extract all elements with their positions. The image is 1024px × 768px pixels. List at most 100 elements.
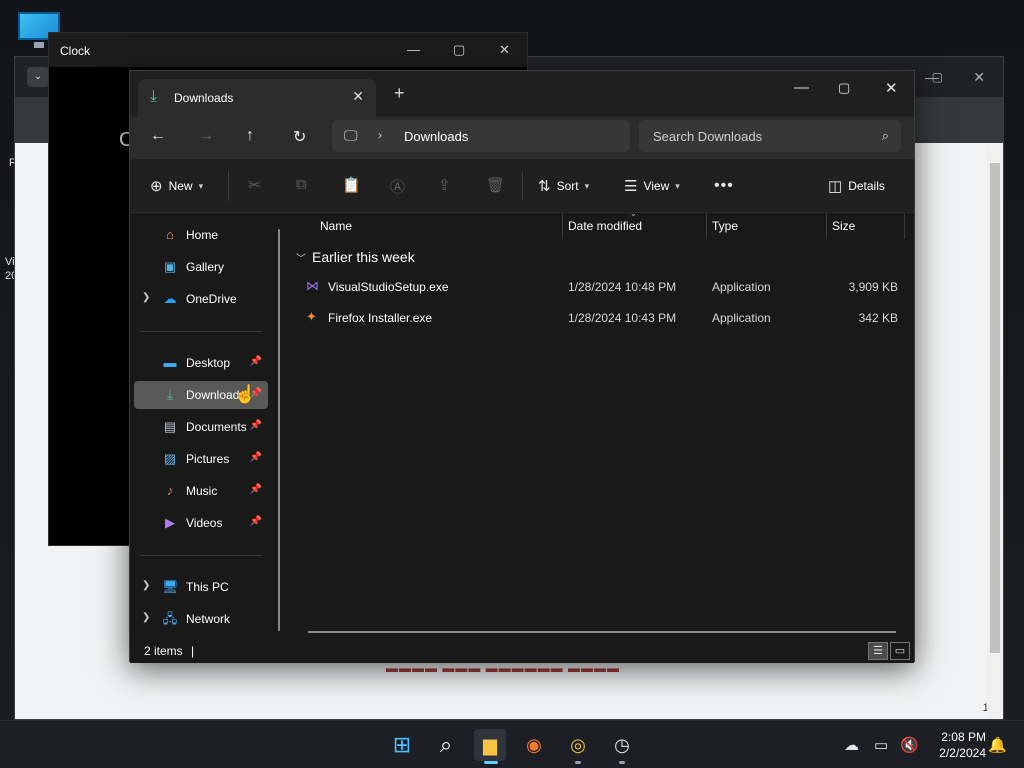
maximize-icon[interactable]: ▢ — [838, 80, 850, 96]
chevron-right-icon[interactable]: ❯ — [142, 292, 150, 303]
sidebar-item-network[interactable]: ❯ 🖧 Network — [134, 605, 268, 633]
taskbar: ⊞ ⌕ ▆ ◉ ◎ ◷ ☁ ▭ 🔇 2:08 PM 2/2/2024 🔔 — [0, 720, 1024, 768]
file-explorer-window: ⤓ Downloads ✕ + — ▢ ✕ ← → ↑ ↻ 🖵 › Downlo… — [129, 70, 915, 663]
clock-app-icon[interactable]: ◷ — [606, 729, 638, 761]
column-header-date[interactable]: Date modified — [568, 219, 642, 233]
maximize-icon[interactable]: ▢ — [453, 42, 465, 58]
file-name: VisualStudioSetup.exe — [328, 280, 449, 294]
pin-icon[interactable]: 📌 — [250, 516, 262, 527]
item-count: 2 items — [144, 644, 183, 658]
sort-indicator-icon: ⌄ — [630, 209, 637, 218]
sidebar-item-onedrive[interactable]: ❯ ☁ OneDrive — [134, 285, 268, 313]
music-icon: ♪ — [166, 483, 174, 498]
file-explorer-icon[interactable]: ▆ — [474, 729, 506, 761]
taskbar-clock[interactable]: 2:08 PM 2/2/2024 — [928, 729, 986, 761]
copy-icon[interactable]: ⧉ — [296, 176, 307, 193]
network-off-icon[interactable]: ☁ — [844, 736, 859, 754]
column-divider[interactable] — [562, 213, 563, 239]
column-divider[interactable] — [826, 213, 827, 239]
search-icon: ⌕ — [881, 128, 889, 143]
sidebar-item-documents[interactable]: ▤ Documents 📌 — [134, 413, 268, 441]
network-status-icon[interactable]: ▭ — [874, 736, 888, 754]
notification-bell-icon[interactable]: 🔔 — [988, 736, 1007, 754]
sort-button[interactable]: ⇅ Sort ▾ — [538, 177, 589, 195]
close-tab-icon[interactable]: ✕ — [352, 88, 364, 105]
more-options-button[interactable]: ••• — [714, 177, 734, 195]
up-arrow-icon[interactable]: ↑ — [246, 127, 254, 145]
nav-scrollbar[interactable] — [278, 229, 280, 631]
address-bar[interactable]: 🖵 › Downloads — [332, 120, 630, 152]
ellipsis-icon: ••• — [714, 177, 734, 194]
clock-time: 2:08 PM — [941, 730, 986, 744]
cut-icon[interactable]: ✂ — [248, 176, 261, 194]
explorer-navigation-bar: ← → ↑ ↻ 🖵 › Downloads Search Downloads ⌕ — [130, 117, 914, 159]
sidebar-item-gallery[interactable]: ▣ Gallery — [134, 253, 268, 281]
divider — [140, 555, 262, 556]
paste-icon[interactable]: 📋 — [342, 176, 361, 194]
chevron-right-icon[interactable]: › — [378, 128, 382, 142]
horizontal-scrollbar[interactable] — [308, 631, 896, 633]
pin-icon[interactable]: 📌 — [250, 420, 262, 431]
search-input[interactable]: Search Downloads ⌕ — [639, 120, 901, 152]
new-tab-button[interactable]: + — [394, 83, 405, 104]
active-indicator — [484, 761, 498, 764]
chevron-down-icon[interactable]: ⌄ — [27, 67, 49, 87]
sidebar-item-label: Home — [186, 228, 219, 242]
firefox-icon[interactable]: ◉ — [518, 729, 550, 761]
maximize-icon[interactable]: ▢ — [932, 70, 943, 84]
breadcrumb-downloads[interactable]: Downloads — [404, 129, 468, 144]
new-button[interactable]: ⊕ New ▾ — [150, 177, 203, 195]
column-header-type[interactable]: Type — [712, 219, 738, 233]
tiles-view-icon[interactable]: ▭ — [890, 642, 910, 660]
group-header[interactable]: ﹀ Earlier this week — [296, 249, 415, 265]
details-view-icon[interactable]: ☰ — [868, 642, 888, 660]
table-row[interactable]: ⋈ VisualStudioSetup.exe 1/28/2024 10:48 … — [304, 272, 904, 300]
view-button[interactable]: ☰ View ▾ — [624, 177, 680, 195]
back-arrow-icon[interactable]: ← — [150, 127, 166, 145]
refresh-icon[interactable]: ↻ — [293, 127, 306, 147]
rename-icon[interactable]: Ⓐ — [390, 176, 405, 197]
clock-titlebar[interactable]: Clock — ▢ ✕ — [49, 33, 527, 67]
start-icon[interactable]: ⊞ — [386, 729, 418, 761]
chevron-right-icon[interactable]: ❯ — [142, 580, 150, 591]
sidebar-item-pictures[interactable]: ▨ Pictures 📌 — [134, 445, 268, 473]
chevron-down-icon: ▾ — [198, 180, 204, 191]
sidebar-item-home[interactable]: ⌂ Home — [134, 221, 268, 249]
browser-scrollbar[interactable] — [987, 145, 1003, 719]
clock-date: 2/2/2024 — [939, 746, 986, 760]
sidebar-item-videos[interactable]: ▶ Videos 📌 — [134, 509, 268, 537]
pin-icon[interactable]: 📌 — [250, 356, 262, 367]
watermark: ▬▬▬▬ ▬▬▬ ▬▬▬▬▬▬ ▬▬▬▬ — [386, 661, 621, 675]
column-divider[interactable] — [706, 213, 707, 239]
volume-muted-icon[interactable]: 🔇 — [900, 736, 919, 754]
divider — [228, 171, 229, 201]
table-row[interactable]: ✦ Firefox Installer.exe 1/28/2024 10:43 … — [304, 303, 904, 331]
close-icon[interactable]: ✕ — [499, 42, 510, 58]
close-icon[interactable]: ✕ — [973, 69, 985, 86]
command-bar: ⊕ New ▾ ✂ ⧉ 📋 Ⓐ ⇪ 🗑 ⇅ Sort ▾ ☰ View ▾ ••… — [130, 159, 914, 213]
pin-icon[interactable]: 📌 — [250, 484, 262, 495]
column-header-name[interactable]: Name — [320, 219, 352, 233]
status-separator: | — [191, 644, 195, 658]
minimize-icon[interactable]: — — [407, 42, 420, 57]
tab-downloads[interactable]: ⤓ Downloads ✕ — [138, 79, 376, 117]
file-date: 1/28/2024 10:48 PM — [568, 280, 677, 294]
search-icon[interactable]: ⌕ — [430, 729, 462, 761]
details-button[interactable]: ◫ Details — [828, 177, 885, 195]
divider — [522, 171, 523, 201]
chrome-icon[interactable]: ◎ — [562, 729, 594, 761]
sidebar-item-music[interactable]: ♪ Music 📌 — [134, 477, 268, 505]
sidebar-item-desktop[interactable]: ▬ Desktop 📌 — [134, 349, 268, 377]
close-icon[interactable]: ✕ — [885, 79, 898, 97]
clock-title: Clock — [60, 44, 91, 58]
column-header-size[interactable]: Size — [832, 219, 855, 233]
sidebar-item-this-pc[interactable]: ❯ 🖥 This PC — [134, 573, 268, 601]
forward-arrow-icon[interactable]: → — [198, 127, 214, 145]
file-name: Firefox Installer.exe — [328, 311, 433, 325]
minimize-icon[interactable]: — — [794, 79, 809, 96]
chevron-right-icon[interactable]: ❯ — [142, 612, 150, 623]
pin-icon[interactable]: 📌 — [250, 452, 262, 463]
share-icon[interactable]: ⇪ — [438, 176, 451, 194]
column-divider[interactable] — [904, 213, 905, 239]
delete-icon[interactable]: 🗑 — [486, 176, 505, 194]
